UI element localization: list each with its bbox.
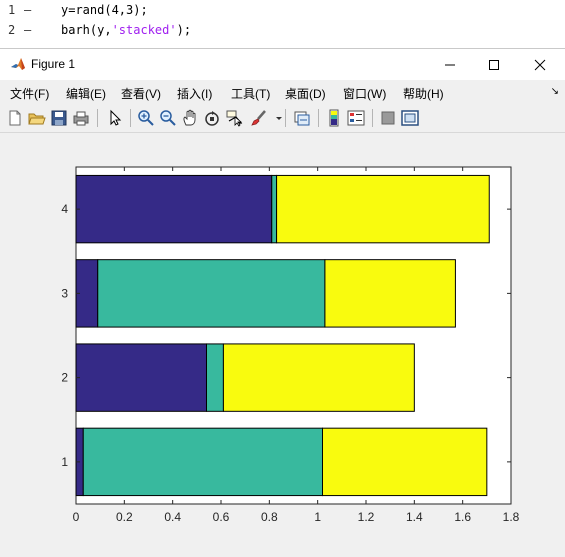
x-tick-label: 0.2 <box>116 510 133 524</box>
bar-segment-cat4-series3[interactable] <box>276 174 490 244</box>
x-tick-label: 0.4 <box>164 510 181 524</box>
insert-legend-icon[interactable] <box>347 109 365 127</box>
breakpoint-marker[interactable]: — <box>24 0 31 20</box>
maximize-button[interactable] <box>471 49 517 80</box>
title-bar[interactable]: Figure 1 <box>0 49 565 80</box>
plot-area[interactable]: 0 0.2 0.4 0.6 0.8 1 1.2 1.4 1.6 1.8 1 2 3 4 <box>0 133 565 557</box>
y-tick-label: 4 <box>61 202 68 216</box>
edit-plot-icon[interactable] <box>106 109 124 127</box>
line-number: 2 <box>8 23 16 37</box>
figure-window: Figure 1 文件(F) 编辑(E) 查看(V) 插入(I) 工具(T) 桌… <box>0 48 565 557</box>
insert-colorbar-icon[interactable] <box>325 109 343 127</box>
breakpoint-marker[interactable]: — <box>24 20 31 40</box>
bar-segment-cat2-series3[interactable] <box>222 343 415 412</box>
code-text[interactable]: barh(y,'stacked'); <box>61 20 191 40</box>
dock-arrow-icon[interactable]: ↘ <box>551 86 559 97</box>
open-file-icon[interactable] <box>28 109 46 127</box>
print-icon[interactable] <box>72 109 90 127</box>
link-plot-icon[interactable] <box>293 109 311 127</box>
bar-segment-cat2-series1[interactable] <box>75 343 207 412</box>
show-plot-tools-icon[interactable] <box>401 109 419 127</box>
y-tick-label: 1 <box>61 455 68 469</box>
menu-help[interactable]: 帮助(H) <box>403 85 444 102</box>
figure-toolbar <box>0 104 565 133</box>
close-icon <box>534 59 546 70</box>
x-tick-label: 1.4 <box>406 510 423 524</box>
close-button[interactable] <box>517 49 563 80</box>
menu-view[interactable]: 查看(V) <box>121 85 161 102</box>
menu-insert[interactable]: 插入(I) <box>177 85 212 102</box>
y-tick-label: 3 <box>61 286 68 300</box>
code-function: barh(y, <box>61 23 112 37</box>
data-cursor-icon[interactable] <box>225 109 243 127</box>
y-tick-label: 2 <box>61 371 68 385</box>
x-tick-label: 1.6 <box>454 510 471 524</box>
minimize-icon <box>445 64 455 65</box>
menu-edit[interactable]: 编辑(E) <box>66 85 106 102</box>
code-string: 'stacked' <box>111 23 177 37</box>
line-number: 1 <box>8 3 16 17</box>
zoom-out-icon[interactable] <box>159 109 177 127</box>
x-tick-label: 1 <box>314 510 321 524</box>
x-tick-label: 0.8 <box>261 510 278 524</box>
x-tick-label: 1.2 <box>358 510 375 524</box>
x-tick-label: 0 <box>73 510 80 524</box>
maximize-icon <box>489 59 499 70</box>
window-title: Figure 1 <box>31 57 76 71</box>
menu-window[interactable]: 窗口(W) <box>343 85 386 102</box>
brush-menu-chevron-icon[interactable] <box>270 109 282 127</box>
zoom-in-icon[interactable] <box>137 109 155 127</box>
stacked-barh-chart[interactable]: 0 0.2 0.4 0.6 0.8 1 1.2 1.4 1.6 1.8 1 2 3 4 <box>0 133 565 557</box>
x-tick-label: 0.6 <box>213 510 230 524</box>
menu-bar: 文件(F) 编辑(E) 查看(V) 插入(I) 工具(T) 桌面(D) 窗口(W… <box>0 80 565 104</box>
x-tick-label: 1.8 <box>503 510 520 524</box>
code-editor[interactable]: 1 — y=rand(4,3); 2 — barh(y,'stacked'); <box>0 0 565 48</box>
bar-segment-cat4-series1[interactable] <box>75 174 273 244</box>
matlab-logo-icon <box>10 56 26 77</box>
brush-icon[interactable] <box>250 109 268 127</box>
hide-plot-tools-icon[interactable] <box>379 109 397 127</box>
menu-tools[interactable]: 工具(T) <box>231 85 270 102</box>
new-figure-icon[interactable] <box>6 109 24 127</box>
minimize-button[interactable] <box>427 49 473 80</box>
pan-icon[interactable] <box>181 109 199 127</box>
menu-file[interactable]: 文件(F) <box>10 85 49 102</box>
bar-segment-cat3-series3[interactable] <box>324 259 456 328</box>
code-tail: ); <box>176 23 192 37</box>
bar-segment-cat4-series2[interactable] <box>271 174 278 244</box>
save-icon[interactable] <box>50 109 68 127</box>
rotate-3d-icon[interactable] <box>203 109 221 127</box>
menu-desktop[interactable]: 桌面(D) <box>285 85 326 102</box>
bar-segment-cat1-series3[interactable] <box>322 427 488 497</box>
code-text[interactable]: y=rand(4,3); <box>61 0 148 20</box>
bar-segment-cat1-series2[interactable] <box>82 427 323 497</box>
bar-segment-cat2-series2[interactable] <box>206 343 224 412</box>
bar-segment-cat3-series2[interactable] <box>97 259 326 328</box>
